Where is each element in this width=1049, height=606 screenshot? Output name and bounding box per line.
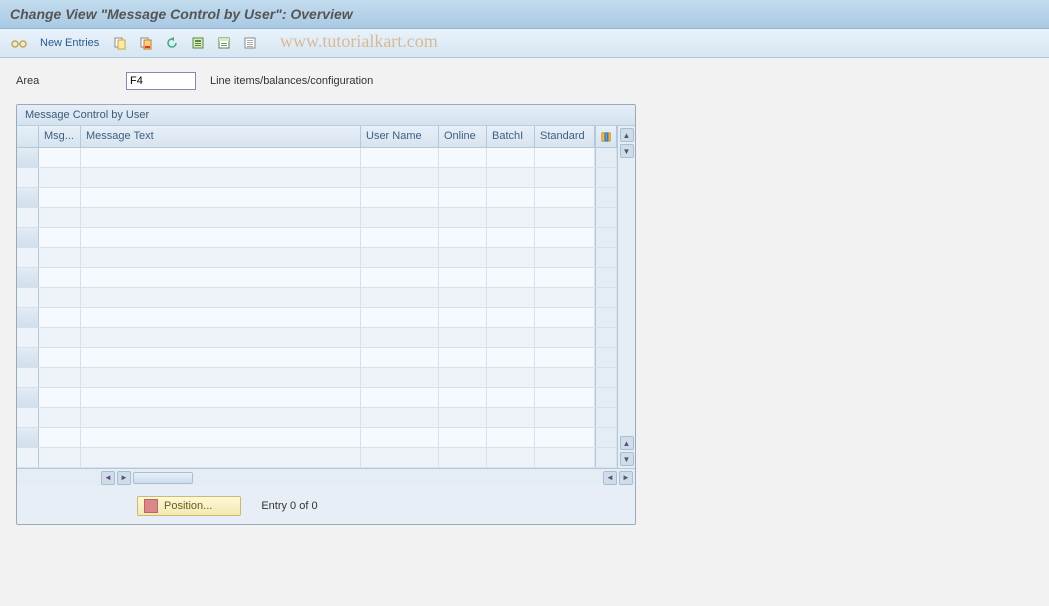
- scroll-right-end-icon[interactable]: ►: [619, 471, 633, 485]
- copy-as-icon[interactable]: [135, 33, 157, 53]
- area-description: Line items/balances/configuration: [206, 75, 373, 87]
- grid-body: [17, 148, 617, 468]
- data-grid: Msg... Message Text User Name Online Bat…: [17, 126, 617, 468]
- col-batch[interactable]: BatchI: [487, 126, 535, 147]
- table-row[interactable]: [17, 308, 617, 328]
- undo-icon[interactable]: [161, 33, 183, 53]
- col-user-name[interactable]: User Name: [361, 126, 439, 147]
- table-row[interactable]: [17, 268, 617, 288]
- select-block-icon[interactable]: [213, 33, 235, 53]
- col-msg[interactable]: Msg...: [39, 126, 81, 147]
- area-field-row: Area Line items/balances/configuration: [16, 72, 1033, 90]
- scroll-down-small-icon[interactable]: ▼: [620, 144, 634, 158]
- horizontal-scrollbar[interactable]: ◄ ► ◄ ►: [17, 468, 635, 486]
- table-row[interactable]: [17, 448, 617, 468]
- col-online[interactable]: Online: [439, 126, 487, 147]
- position-label: Position...: [164, 500, 212, 512]
- configure-columns-icon[interactable]: [595, 126, 617, 147]
- toolbar: New Entries www.tutorialkart.com: [0, 29, 1049, 58]
- entry-counter: Entry 0 of 0: [261, 500, 317, 512]
- table-row[interactable]: [17, 388, 617, 408]
- glasses-icon[interactable]: [8, 33, 30, 53]
- table-row[interactable]: [17, 188, 617, 208]
- deselect-all-icon[interactable]: [239, 33, 261, 53]
- panel-title: Message Control by User: [17, 105, 635, 126]
- col-message-text[interactable]: Message Text: [81, 126, 361, 147]
- scroll-left-end-icon[interactable]: ◄: [603, 471, 617, 485]
- vertical-scrollbar[interactable]: ▲ ▼ ▲ ▼: [617, 126, 635, 468]
- scroll-left-icon[interactable]: ◄: [101, 471, 115, 485]
- scroll-up-small-icon[interactable]: ▲: [620, 436, 634, 450]
- col-standard[interactable]: Standard: [535, 126, 595, 147]
- table-row[interactable]: [17, 168, 617, 188]
- select-all-icon[interactable]: [187, 33, 209, 53]
- area-label: Area: [16, 75, 116, 87]
- table-row[interactable]: [17, 428, 617, 448]
- table-row[interactable]: [17, 368, 617, 388]
- scroll-up-icon[interactable]: ▲: [620, 128, 634, 142]
- copy-icon[interactable]: [109, 33, 131, 53]
- panel-footer: Position... Entry 0 of 0: [17, 486, 635, 524]
- position-icon: [144, 499, 158, 513]
- table-row[interactable]: [17, 148, 617, 168]
- position-button[interactable]: Position...: [137, 496, 241, 516]
- table-row[interactable]: [17, 408, 617, 428]
- scroll-right-icon[interactable]: ►: [117, 471, 131, 485]
- table-row[interactable]: [17, 328, 617, 348]
- content-area: Area Line items/balances/configuration M…: [0, 58, 1049, 539]
- page-title: Change View "Message Control by User": O…: [0, 0, 1049, 29]
- scroll-thumb[interactable]: [133, 472, 193, 484]
- table-row[interactable]: [17, 288, 617, 308]
- row-selector-header[interactable]: [17, 126, 39, 147]
- watermark: www.tutorialkart.com: [280, 31, 438, 52]
- message-control-panel: Message Control by User Msg... Message T…: [16, 104, 636, 525]
- table-row[interactable]: [17, 248, 617, 268]
- table-row[interactable]: [17, 348, 617, 368]
- scroll-down-icon[interactable]: ▼: [620, 452, 634, 466]
- table-row[interactable]: [17, 228, 617, 248]
- area-input[interactable]: [126, 72, 196, 90]
- table-row[interactable]: [17, 208, 617, 228]
- new-entries-button[interactable]: New Entries: [34, 35, 105, 51]
- grid-header: Msg... Message Text User Name Online Bat…: [17, 126, 617, 148]
